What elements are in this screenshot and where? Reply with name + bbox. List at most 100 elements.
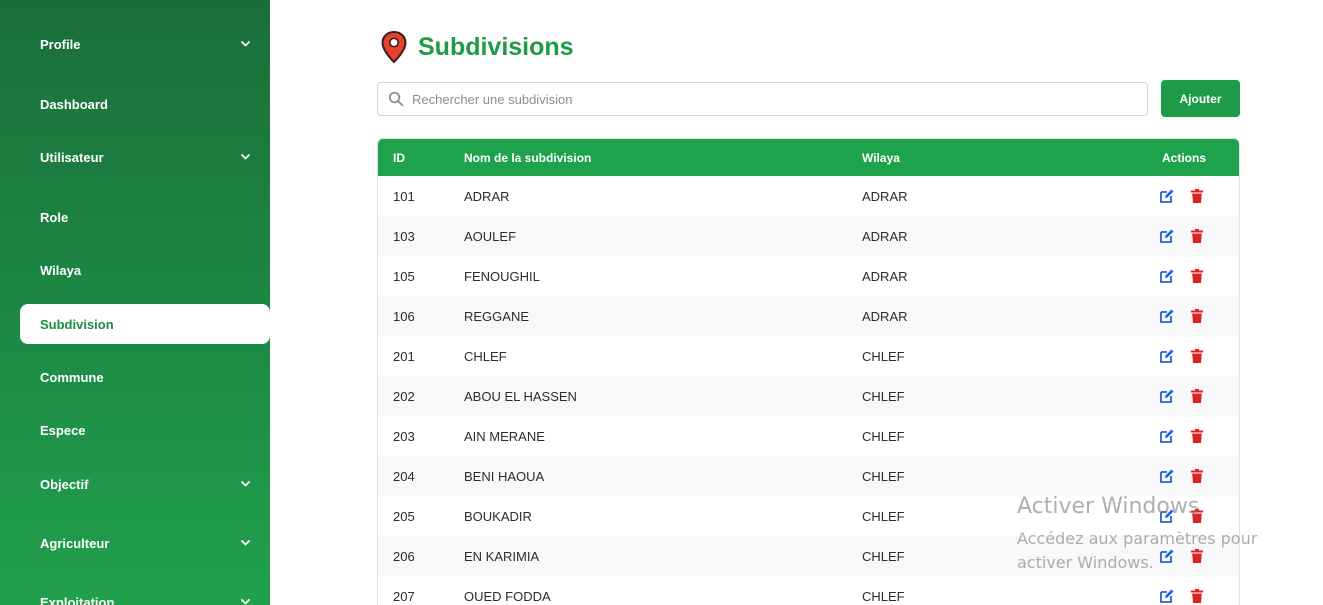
search-icon <box>388 91 404 107</box>
sidebar-item-objectif[interactable]: Objectif <box>20 464 270 504</box>
sidebar-item-utilisateur[interactable]: Utilisateur <box>20 137 270 177</box>
edit-icon[interactable] <box>1159 268 1175 284</box>
cell-name: AIN MERANE <box>464 428 545 444</box>
table-row: 103 AOULEF ADRAR <box>378 216 1239 256</box>
column-header-actions: Actions <box>1162 150 1207 165</box>
page-title: Subdivisions <box>418 32 574 61</box>
cell-wilaya: CHLEF <box>862 348 905 364</box>
trash-icon[interactable] <box>1189 188 1205 204</box>
cell-wilaya: CHLEF <box>862 468 905 484</box>
cell-actions <box>1124 348 1239 364</box>
cell-name: OUED FODDA <box>464 588 551 604</box>
column-header-name[interactable]: Nom de la subdivision <box>464 151 862 165</box>
trash-icon[interactable] <box>1189 268 1205 284</box>
column-header-wilaya[interactable]: Wilaya <box>862 151 1124 165</box>
sidebar-item-label: Wilaya <box>40 262 82 278</box>
add-button[interactable]: Ajouter <box>1161 80 1240 117</box>
cell-id: 201 <box>393 348 415 364</box>
cell-actions <box>1124 588 1239 604</box>
edit-icon[interactable] <box>1159 548 1175 564</box>
search-input[interactable] <box>412 91 1147 107</box>
cell-name: AOULEF <box>464 228 517 244</box>
cell-id: 101 <box>393 188 415 204</box>
cell-name: ADRAR <box>464 188 510 204</box>
cell-actions <box>1124 268 1239 284</box>
sidebar-item-label: Commune <box>40 369 104 385</box>
trash-icon[interactable] <box>1189 228 1205 244</box>
column-header-id[interactable]: ID <box>378 151 464 165</box>
cell-id: 207 <box>393 588 415 604</box>
edit-icon[interactable] <box>1159 588 1175 604</box>
sidebar-item-espece[interactable]: Espece <box>20 410 270 450</box>
cell-wilaya: CHLEF <box>862 428 905 444</box>
cell-actions <box>1124 228 1239 244</box>
cell-name: FENOUGHIL <box>464 268 540 284</box>
sidebar-item-profile[interactable]: Profile <box>20 24 270 64</box>
cell-id: 103 <box>393 228 415 244</box>
table-row: 205 BOUKADIR CHLEF <box>378 496 1239 536</box>
cell-wilaya: CHLEF <box>862 548 905 564</box>
chevron-down-icon <box>240 152 250 162</box>
cell-wilaya: CHLEF <box>862 508 905 524</box>
cell-name: EN KARIMIA <box>464 548 540 564</box>
chevron-down-icon <box>240 39 250 49</box>
cell-id: 202 <box>393 388 415 404</box>
sidebar-item-agriculteur[interactable]: Agriculteur <box>20 523 270 563</box>
sidebar-item-exploitation[interactable]: Exploitation <box>20 582 270 605</box>
table-body: 101 ADRAR ADRAR 103 AOULEF ADRAR 105 FENOUGHIL A… <box>378 176 1239 605</box>
search-box[interactable] <box>377 82 1148 116</box>
sidebar-item-commune[interactable]: Commune <box>20 357 270 397</box>
edit-icon[interactable] <box>1159 508 1175 524</box>
cell-id: 105 <box>393 268 415 284</box>
cell-actions <box>1124 388 1239 404</box>
edit-icon[interactable] <box>1159 348 1175 364</box>
trash-icon[interactable] <box>1189 588 1205 604</box>
trash-icon[interactable] <box>1189 348 1205 364</box>
sidebar-item-label: Dashboard <box>40 96 108 112</box>
sidebar-item-label: Agriculteur <box>40 535 110 551</box>
cell-actions <box>1124 308 1239 324</box>
cell-actions <box>1124 548 1239 564</box>
table-row: 207 OUED FODDA CHLEF <box>378 576 1239 605</box>
table-row: 201 CHLEF CHLEF <box>378 336 1239 376</box>
cell-name: REGGANE <box>464 308 530 324</box>
cell-name: CHLEF <box>464 348 507 364</box>
table-header: ID Nom de la subdivision Wilaya Actions <box>378 139 1239 176</box>
cell-name: ABOU EL HASSEN <box>464 388 577 404</box>
chevron-down-icon <box>240 479 250 489</box>
cell-wilaya: ADRAR <box>862 308 908 324</box>
edit-icon[interactable] <box>1159 228 1175 244</box>
trash-icon[interactable] <box>1189 428 1205 444</box>
table-row: 206 EN KARIMIA CHLEF <box>378 536 1239 576</box>
table-row: 203 AIN MERANE CHLEF <box>378 416 1239 456</box>
sidebar-item-label: Objectif <box>40 476 89 492</box>
cell-name: BENI HAOUA <box>464 468 545 484</box>
sidebar-item-label: Role <box>40 209 69 225</box>
cell-wilaya: ADRAR <box>862 228 908 244</box>
trash-icon[interactable] <box>1189 308 1205 324</box>
edit-icon[interactable] <box>1159 308 1175 324</box>
edit-icon[interactable] <box>1159 188 1175 204</box>
edit-icon[interactable] <box>1159 428 1175 444</box>
cell-id: 205 <box>393 508 415 524</box>
sidebar-item-wilaya[interactable]: Wilaya <box>20 250 270 290</box>
table-row: 106 REGGANE ADRAR <box>378 296 1239 336</box>
table-row: 204 BENI HAOUA CHLEF <box>378 456 1239 496</box>
trash-icon[interactable] <box>1189 388 1205 404</box>
cell-name: BOUKADIR <box>464 508 532 524</box>
map-pin-icon <box>381 30 407 64</box>
cell-wilaya: ADRAR <box>862 188 908 204</box>
sidebar-item-dashboard[interactable]: Dashboard <box>20 84 270 124</box>
trash-icon[interactable] <box>1189 508 1205 524</box>
page-header: Subdivisions <box>380 30 574 64</box>
cell-wilaya: ADRAR <box>862 268 908 284</box>
sidebar-item-subdivision[interactable]: Subdivision <box>20 304 270 344</box>
edit-icon[interactable] <box>1159 388 1175 404</box>
cell-id: 206 <box>393 548 415 564</box>
sidebar-item-label: Espece <box>40 422 86 438</box>
trash-icon[interactable] <box>1189 548 1205 564</box>
trash-icon[interactable] <box>1189 468 1205 484</box>
sidebar-item-label: Exploitation <box>40 594 115 605</box>
edit-icon[interactable] <box>1159 468 1175 484</box>
sidebar-item-role[interactable]: Role <box>20 197 270 237</box>
